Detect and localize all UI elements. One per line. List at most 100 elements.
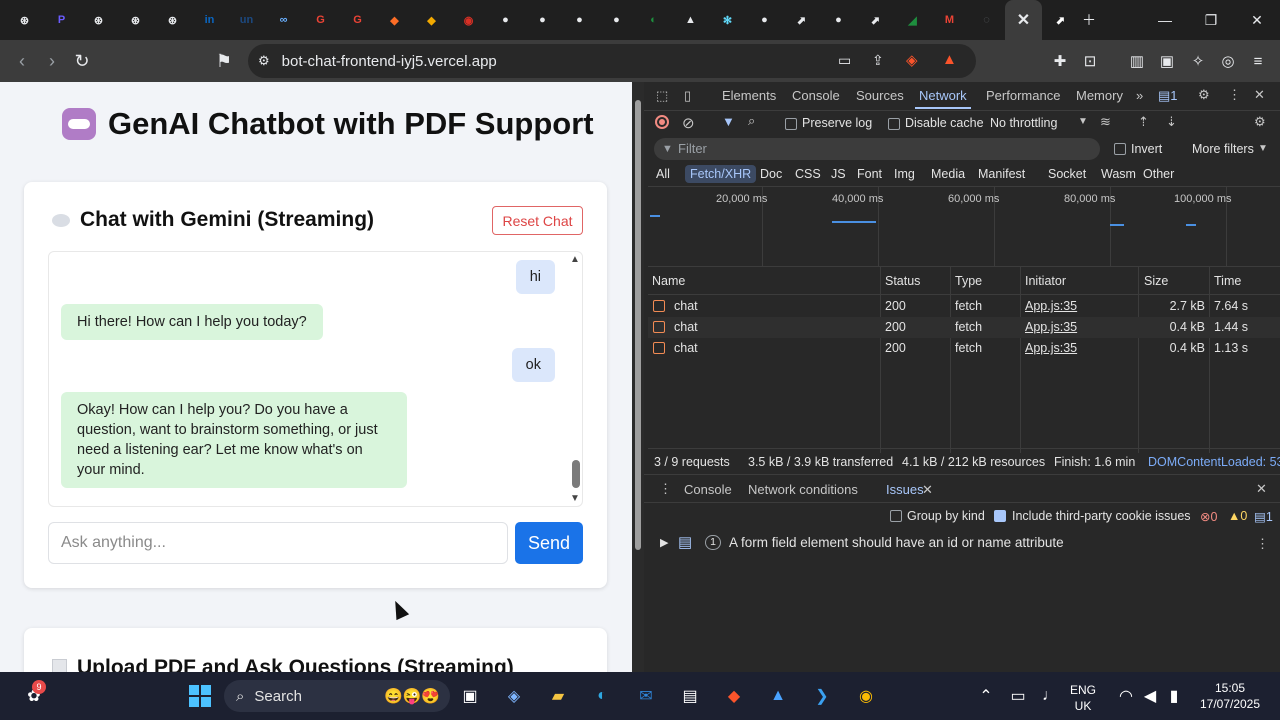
type-filter-font[interactable]: Font: [852, 165, 887, 183]
group-by-kind-checkbox[interactable]: [890, 510, 902, 522]
inspect-icon[interactable]: ⬚: [656, 88, 668, 104]
request-initiator[interactable]: App.js:35: [1025, 341, 1077, 355]
browser-tab[interactable]: ◆: [376, 0, 413, 40]
type-filter-media[interactable]: Media: [926, 165, 970, 183]
browser-tab[interactable]: ⊛: [80, 0, 117, 40]
chat-scroll-thumb[interactable]: [572, 460, 580, 488]
page-scroll-thumb[interactable]: [635, 100, 641, 550]
browser-tab[interactable]: ∞: [265, 0, 302, 40]
type-filter-other[interactable]: Other: [1138, 165, 1179, 183]
battery-status-icon[interactable]: ▮: [1162, 684, 1186, 708]
browser-tab[interactable]: ●: [820, 0, 857, 40]
request-row[interactable]: chat 200 fetch App.js:35 2.7 kB 7.64 s: [648, 296, 1280, 317]
tab-sources[interactable]: Sources: [856, 88, 904, 103]
type-filter-socket[interactable]: Socket: [1043, 165, 1091, 183]
bookmark-icon[interactable]: ⚑: [208, 45, 240, 77]
browser-tab[interactable]: G: [339, 0, 376, 40]
browser-tab[interactable]: ⬈: [783, 0, 820, 40]
browser-tab[interactable]: ◢: [894, 0, 931, 40]
scroll-up-icon[interactable]: ▲: [570, 254, 580, 265]
drawer-tab-console[interactable]: Console: [684, 482, 732, 497]
chevron-down-icon[interactable]: ▼: [1078, 116, 1088, 127]
browser-tab[interactable]: in: [191, 0, 228, 40]
close-tab-icon[interactable]: ✕: [1017, 10, 1030, 30]
chat-scrollbar[interactable]: ▲ ▼: [568, 252, 582, 506]
menu-icon[interactable]: ≡: [1246, 49, 1270, 73]
device-toolbar-icon[interactable]: ▯: [684, 88, 691, 104]
file-explorer-icon[interactable]: ▰: [546, 684, 570, 708]
browser-tab[interactable]: ●: [598, 0, 635, 40]
network-settings-icon[interactable]: ⚙: [1254, 114, 1266, 130]
screenshot-icon[interactable]: ⊡: [1078, 49, 1102, 73]
column-initiator[interactable]: Initiator: [1025, 274, 1066, 288]
terminal-icon[interactable]: ▤: [678, 684, 702, 708]
third-party-checkbox[interactable]: [994, 510, 1006, 522]
throttling-select[interactable]: No throttling: [990, 116, 1057, 130]
chat-messages[interactable]: hi Hi there! How can I help you today? o…: [48, 251, 583, 507]
close-drawer-icon[interactable]: ✕: [1256, 481, 1267, 497]
close-devtools-icon[interactable]: ✕: [1254, 87, 1265, 103]
task-view-icon[interactable]: ▣: [458, 684, 482, 708]
tray-overflow-icon[interactable]: ⌃: [974, 684, 998, 708]
browser-tab[interactable]: ●: [746, 0, 783, 40]
drawer-tab-issues[interactable]: Issues: [886, 482, 924, 497]
ask-input[interactable]: [48, 522, 508, 564]
request-initiator[interactable]: App.js:35: [1025, 299, 1077, 313]
brave-icon[interactable]: ◆: [722, 684, 746, 708]
maximize-button[interactable]: ❐: [1188, 0, 1234, 40]
request-row[interactable]: chat 200 fetch App.js:35 0.4 kB 1.13 s: [648, 338, 1280, 359]
wifi-icon[interactable]: ◠: [1114, 684, 1138, 708]
send-button[interactable]: Send: [515, 522, 583, 564]
issues-badge[interactable]: ▤1: [1158, 88, 1178, 104]
brave-shield-icon[interactable]: ◈: [906, 51, 918, 69]
wallet-icon[interactable]: ▣: [1155, 49, 1179, 73]
edge-icon[interactable]: ◐: [590, 684, 614, 708]
browser-tab[interactable]: ●: [524, 0, 561, 40]
browser-tab[interactable]: ◆: [413, 0, 450, 40]
tab-console[interactable]: Console: [792, 88, 840, 103]
windows-start-icon[interactable]: [188, 684, 212, 708]
chrome-icon[interactable]: ◉: [854, 684, 878, 708]
active-tab[interactable]: ✕: [1005, 0, 1042, 40]
new-tab-button[interactable]: ＋: [1066, 0, 1112, 40]
type-filter-all[interactable]: All: [651, 165, 675, 183]
brave-rewards-icon[interactable]: ▲: [942, 51, 957, 68]
copilot-icon[interactable]: ◈: [502, 684, 526, 708]
browser-tab[interactable]: G: [302, 0, 339, 40]
language-indicator[interactable]: ENG UK: [1070, 682, 1096, 714]
browser-tab[interactable]: M: [931, 0, 968, 40]
cast-icon[interactable]: ▭: [838, 52, 851, 69]
kebab-menu-icon[interactable]: ⋮: [1228, 87, 1241, 103]
leo-ai-icon[interactable]: ✧: [1186, 49, 1210, 73]
close-issues-tab-icon[interactable]: ✕: [922, 482, 933, 498]
extensions-icon[interactable]: ✚: [1048, 49, 1072, 73]
forward-icon[interactable]: ›: [36, 45, 68, 77]
network-timeline[interactable]: 20,000 ms 40,000 ms 60,000 ms 80,000 ms …: [648, 186, 1280, 267]
address-bar[interactable]: ⚙ bot-chat-frontend-iyj5.vercel.app ▭ ⇪ …: [248, 44, 976, 78]
photos-icon[interactable]: ▲: [766, 684, 790, 708]
column-status[interactable]: Status: [885, 274, 920, 288]
browser-tab[interactable]: ▲: [672, 0, 709, 40]
scroll-down-icon[interactable]: ▼: [570, 493, 580, 504]
request-initiator[interactable]: App.js:35: [1025, 320, 1077, 334]
page-scrollbar[interactable]: [632, 82, 644, 672]
tab-network[interactable]: Network: [915, 88, 971, 109]
column-size[interactable]: Size: [1144, 274, 1168, 288]
type-filter-js[interactable]: JS: [826, 165, 851, 183]
browser-tab[interactable]: ⬈: [857, 0, 894, 40]
browser-tab[interactable]: ◐: [635, 0, 672, 40]
export-icon[interactable]: ⇣: [1166, 114, 1177, 130]
type-filter-img[interactable]: Img: [889, 165, 920, 183]
browser-tab[interactable]: P: [43, 0, 80, 40]
settings-icon[interactable]: ⚙: [1198, 87, 1210, 103]
sidebar-icon[interactable]: ▥: [1125, 49, 1149, 73]
minimize-button[interactable]: —: [1142, 0, 1188, 40]
browser-tab[interactable]: ⊛: [117, 0, 154, 40]
browser-tab[interactable]: ●: [561, 0, 598, 40]
chevron-down-icon[interactable]: ▼: [1258, 143, 1268, 154]
drawer-tab-network-conditions[interactable]: Network conditions: [748, 482, 858, 497]
browser-tab[interactable]: ⊛: [6, 0, 43, 40]
filter-icon[interactable]: ▼: [722, 114, 735, 129]
outlook-icon[interactable]: ✉: [634, 684, 658, 708]
reset-chat-button[interactable]: Reset Chat: [492, 206, 583, 235]
